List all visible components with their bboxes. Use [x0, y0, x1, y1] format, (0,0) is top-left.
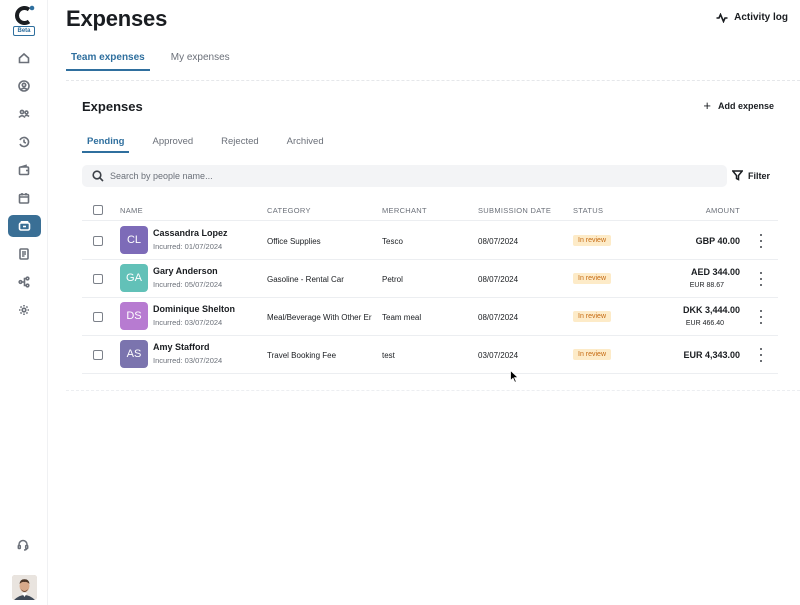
table-row[interactable]: CL Cassandra Lopez Incurred: 01/07/2024 … — [82, 222, 778, 260]
converted-amount: EUR 466.40 — [685, 320, 724, 327]
activity-log-button[interactable]: Activity log — [716, 12, 788, 23]
more-options-icon[interactable] — [758, 310, 764, 324]
tab-rejected[interactable]: Rejected — [216, 133, 264, 153]
activity-log-label: Activity log — [734, 12, 788, 23]
category-cell: Travel Booking Fee — [267, 351, 337, 360]
time-off-icon[interactable] — [16, 134, 32, 150]
tab-approved[interactable]: Approved — [147, 133, 198, 153]
filter-label: Filter — [747, 170, 770, 181]
status-badge: In review — [573, 349, 612, 360]
row-checkbox[interactable] — [93, 236, 103, 246]
team-icon[interactable] — [16, 106, 32, 122]
incurred-date: Incurred: 03/07/2024 — [153, 356, 223, 365]
org-chart-icon[interactable] — [16, 274, 32, 290]
avatar: AS — [120, 340, 148, 368]
expenses-icon — [18, 220, 31, 231]
card-title: Expenses — [82, 99, 143, 114]
tab-pending[interactable]: Pending — [82, 133, 130, 153]
calendar-icon[interactable] — [16, 190, 32, 206]
user-circle-icon[interactable] — [16, 78, 32, 94]
status-tabs: Pending Approved Rejected Archived — [82, 133, 329, 153]
row-checkbox[interactable] — [93, 274, 103, 284]
search-input[interactable] — [110, 171, 710, 181]
more-options-icon[interactable] — [758, 348, 764, 362]
avatar: CL — [120, 226, 148, 254]
submission-date-cell: 08/07/2024 — [478, 313, 519, 322]
category-cell: Gasoline - Rental Car — [267, 275, 344, 284]
filter-icon — [731, 170, 743, 181]
row-checkbox[interactable] — [93, 350, 103, 360]
amount-cell: DKK 3,444.00 — [682, 305, 740, 315]
document-icon[interactable] — [16, 246, 32, 262]
incurred-date: Incurred: 03/07/2024 — [153, 318, 223, 327]
row-checkbox[interactable] — [93, 312, 103, 322]
header-divider — [66, 80, 800, 81]
activity-icon — [716, 12, 728, 23]
app-logo[interactable] — [13, 4, 37, 26]
status-badge: In review — [573, 311, 612, 322]
table-row[interactable]: AS Amy Stafford Incurred: 03/07/2024 Tra… — [82, 336, 778, 374]
home-icon[interactable] — [16, 50, 32, 66]
sidebar-item-expenses[interactable] — [8, 215, 41, 237]
user-avatar[interactable] — [12, 575, 37, 600]
add-expense-button[interactable]: + Add expense — [703, 98, 774, 113]
search-icon — [92, 170, 104, 182]
submission-date-cell: 03/07/2024 — [478, 351, 519, 360]
category-cell: Meal/Beverage With Other Er — [267, 313, 372, 322]
incurred-date: Incurred: 01/07/2024 — [153, 242, 223, 251]
column-header-submission-date[interactable]: SUBMISSION DATE — [478, 206, 551, 215]
page-title: Expenses — [66, 6, 168, 31]
column-header-name[interactable]: NAME — [120, 206, 143, 215]
amount-cell: GBP 40.00 — [695, 236, 740, 246]
submission-date-cell: 08/07/2024 — [478, 237, 519, 246]
filter-button[interactable]: Filter — [731, 170, 770, 181]
merchant-cell: Petrol — [382, 275, 403, 284]
mouse-cursor-icon — [510, 369, 520, 383]
card-bottom-divider — [66, 390, 800, 391]
employee-name: Dominique Shelton — [153, 304, 235, 314]
status-badge: In review — [573, 235, 612, 246]
amount-cell: AED 344.00 — [690, 267, 740, 277]
add-expense-label: Add expense — [717, 101, 774, 111]
table-row[interactable]: GA Gary Anderson Incurred: 05/07/2024 Ga… — [82, 260, 778, 298]
support-icon[interactable] — [17, 538, 31, 552]
table-header: NAME CATEGORY MERCHANT SUBMISSION DATE S… — [82, 201, 778, 221]
converted-amount: EUR 88.67 — [689, 282, 724, 289]
plus-icon: + — [703, 98, 711, 113]
sidebar: Beta — [0, 0, 48, 605]
wallet-icon[interactable] — [16, 162, 32, 178]
incurred-date: Incurred: 05/07/2024 — [153, 280, 223, 289]
settings-icon[interactable] — [16, 302, 32, 318]
merchant-cell: Team meal — [382, 313, 422, 322]
amount-cell: EUR 4,343.00 — [683, 350, 740, 360]
column-header-merchant[interactable]: MERCHANT — [382, 206, 427, 215]
more-options-icon[interactable] — [758, 272, 764, 286]
top-tabs: Team expenses My expenses — [66, 46, 235, 72]
beta-badge: Beta — [13, 26, 35, 36]
avatar: DS — [120, 302, 148, 330]
column-header-status[interactable]: STATUS — [573, 206, 603, 215]
table-row[interactable]: DS Dominique Shelton Incurred: 03/07/202… — [82, 298, 778, 336]
column-header-category[interactable]: CATEGORY — [267, 206, 311, 215]
tab-my-expenses[interactable]: My expenses — [166, 46, 235, 71]
category-cell: Office Supplies — [267, 237, 321, 246]
employee-name: Amy Stafford — [153, 342, 210, 352]
more-options-icon[interactable] — [758, 234, 764, 248]
select-all-checkbox[interactable] — [93, 205, 103, 215]
tab-team-expenses[interactable]: Team expenses — [66, 46, 150, 71]
merchant-cell: Tesco — [382, 237, 403, 246]
submission-date-cell: 08/07/2024 — [478, 275, 519, 284]
avatar: GA — [120, 264, 148, 292]
merchant-cell: test — [382, 351, 395, 360]
status-badge: In review — [573, 273, 612, 284]
search-bar — [82, 165, 727, 187]
employee-name: Gary Anderson — [153, 266, 218, 276]
employee-name: Cassandra Lopez — [153, 228, 228, 238]
tab-archived[interactable]: Archived — [282, 133, 329, 153]
column-header-amount[interactable]: AMOUNT — [706, 206, 740, 215]
